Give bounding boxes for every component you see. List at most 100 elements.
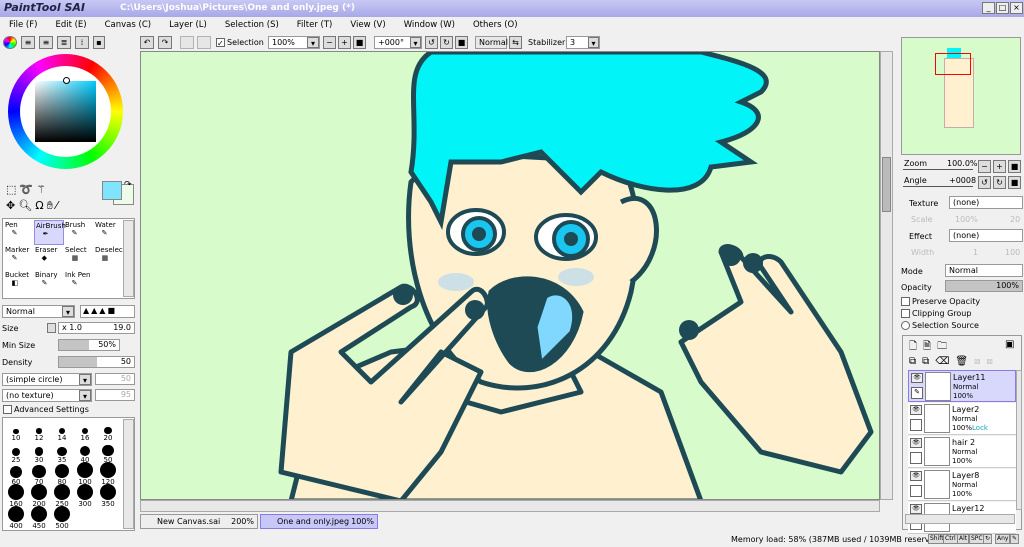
color-wheel-tab-icon[interactable]: [3, 36, 17, 49]
tool-ink-pen[interactable]: Ink Pen ✎: [64, 270, 94, 295]
brush-size-preset[interactable]: 30: [30, 442, 48, 464]
rect-select-icon[interactable]: ⬚: [6, 183, 19, 196]
minimize-button[interactable]: _: [982, 2, 995, 14]
rotate-ccw-icon[interactable]: ↺: [425, 36, 438, 49]
brush-size-preset[interactable]: 10: [7, 420, 25, 442]
nav-zoom-in-icon[interactable]: +: [993, 160, 1006, 173]
brush-size-preset[interactable]: 300: [76, 484, 94, 508]
deselect-icon[interactable]: [180, 36, 194, 49]
menu-window[interactable]: Window (W): [395, 17, 464, 34]
texture-strength-slider[interactable]: 95: [95, 389, 135, 401]
brush-size-preset[interactable]: 500: [53, 506, 71, 530]
tool-deselect[interactable]: Deselect ▦: [94, 245, 126, 270]
tool-airbrush[interactable]: AirBrush ✒: [34, 220, 66, 245]
canvas-vertical-scrollbar[interactable]: [880, 51, 893, 500]
brush-size-preset[interactable]: 200: [30, 484, 48, 508]
brush-size-preset[interactable]: 20: [99, 420, 117, 442]
tool-bucket[interactable]: Bucket ◧: [4, 270, 34, 295]
layer-lock-toggle[interactable]: [910, 485, 922, 497]
visibility-eye-icon[interactable]: 👁︎: [910, 405, 922, 415]
brush-size-preset[interactable]: 160: [7, 484, 25, 508]
new-layer-icon[interactable]: 🗋: [909, 341, 923, 352]
stabilizer-dropdown-icon[interactable]: ▾: [588, 37, 599, 48]
brush-size-preset[interactable]: 40: [76, 442, 94, 464]
menu-layer[interactable]: Layer (L): [160, 17, 216, 34]
visibility-eye-icon[interactable]: 👁︎: [911, 373, 923, 383]
rgb-slider-tab-icon[interactable]: ≡: [21, 36, 35, 49]
layer-list-scrollbar[interactable]: [1016, 370, 1022, 510]
scratchpad-tab-icon[interactable]: ▪: [93, 36, 105, 49]
nav-zoom-reset-icon[interactable]: ■: [1008, 160, 1021, 173]
palette-tab-icon[interactable]: ≣: [57, 36, 71, 49]
brush-size-preset[interactable]: 16: [76, 420, 94, 442]
zoom-reset-icon[interactable]: ■: [353, 36, 366, 49]
swap-colors-icon[interactable]: ↷: [124, 180, 132, 190]
hsv-slider-tab-icon[interactable]: ≡: [39, 36, 53, 49]
menu-edit[interactable]: Edit (E): [46, 17, 95, 34]
blend-mode-dropdown-icon[interactable]: ▾: [62, 306, 74, 317]
layer-item[interactable]: 👁︎ Layer8 Normal 100%: [908, 469, 1016, 501]
brush-size-preset[interactable]: 80: [53, 463, 71, 486]
menu-others[interactable]: Others (O): [464, 17, 527, 34]
flatten-icon[interactable]: ⧈: [987, 356, 999, 367]
tab-one-and-only[interactable]: One and only.jpeg 100%: [260, 514, 378, 529]
angle-dropdown-icon[interactable]: ▾: [410, 37, 421, 48]
zoom-in-icon[interactable]: +: [338, 36, 351, 49]
invert-selection-icon[interactable]: [197, 36, 211, 49]
zoom-out-icon[interactable]: −: [323, 36, 336, 49]
nav-zoom-slider[interactable]: [903, 169, 973, 170]
eyedropper-icon[interactable]: ⁄: [56, 199, 61, 212]
clear-layer-icon[interactable]: ⌫: [935, 356, 955, 367]
lasso-icon[interactable]: ➰: [19, 183, 36, 196]
maximize-button[interactable]: □: [996, 2, 1009, 14]
color-picker-marker[interactable]: [63, 77, 70, 84]
new-folder-icon[interactable]: 🗀: [937, 341, 953, 352]
brush-size-preset[interactable]: 70: [30, 464, 48, 486]
copy-layer-icon[interactable]: ⧉: [909, 356, 922, 367]
shape-dropdown-icon[interactable]: ▾: [79, 374, 91, 385]
visibility-eye-icon[interactable]: 👁︎: [910, 504, 922, 514]
key-alt[interactable]: Alt: [957, 534, 970, 544]
tool-eraser[interactable]: Eraser ◆: [34, 245, 64, 270]
selection-checkbox[interactable]: ✓: [216, 38, 225, 48]
tool-pen[interactable]: Pen ✎: [4, 220, 34, 245]
undo-icon[interactable]: ↶: [140, 36, 154, 49]
brush-size-preset[interactable]: 60: [7, 464, 25, 486]
menu-filter[interactable]: Filter (T): [288, 17, 342, 34]
edit-pen-icon[interactable]: ✎: [911, 387, 923, 399]
tool-brush[interactable]: Brush ✎: [64, 220, 94, 245]
tool-marker[interactable]: Marker ✎: [4, 245, 34, 270]
brush-size-preset[interactable]: 100: [76, 462, 94, 486]
layer-mode-select[interactable]: Normal: [945, 264, 1023, 277]
layer-list-hscrollbar[interactable]: [905, 514, 1015, 524]
brush-size-preset[interactable]: 120: [99, 462, 117, 486]
menu-canvas[interactable]: Canvas (C): [96, 17, 160, 34]
nav-rotate-reset-icon[interactable]: ■: [1008, 176, 1021, 189]
layer-item[interactable]: 👁︎ ✎ Layer11 Normal 100%: [908, 370, 1016, 402]
merge-down-icon[interactable]: ⧉: [922, 356, 935, 367]
tool-select[interactable]: Select ▦: [64, 245, 94, 270]
tool-water[interactable]: Water ✎: [94, 220, 124, 245]
layer-lock-toggle[interactable]: [910, 419, 922, 431]
layer-mask-icon[interactable]: ▣: [1005, 339, 1014, 350]
brush-size-scrollbar[interactable]: [123, 419, 134, 529]
advanced-settings-checkbox[interactable]: [3, 405, 12, 414]
key-any[interactable]: Any: [995, 534, 1011, 544]
layer-texture-select[interactable]: (none): [949, 196, 1023, 209]
key-ctrl[interactable]: Ctrl: [943, 534, 958, 544]
rotate-reset-icon[interactable]: ■: [455, 36, 468, 49]
saturation-value-square[interactable]: [35, 81, 96, 142]
flip-icon[interactable]: ⇆: [509, 36, 522, 49]
brush-size-preset[interactable]: 250: [53, 484, 71, 508]
brush-size-preset[interactable]: 450: [30, 506, 48, 530]
brush-size-preset[interactable]: 25: [7, 442, 25, 464]
delete-layer-icon[interactable]: 🗑: [955, 356, 974, 367]
brush-size-preset[interactable]: 12: [30, 420, 48, 442]
hand-icon[interactable]: ✋︎: [47, 199, 56, 212]
tool-palette-scrollbar[interactable]: [123, 220, 134, 297]
rotate-tool-icon[interactable]: Ω: [35, 199, 46, 212]
drawing-canvas[interactable]: [140, 51, 880, 500]
nav-zoom-out-icon[interactable]: −: [978, 160, 991, 173]
flip-mode-button[interactable]: Normal: [475, 36, 508, 49]
key-rotate-icon[interactable]: ↻: [983, 534, 993, 544]
